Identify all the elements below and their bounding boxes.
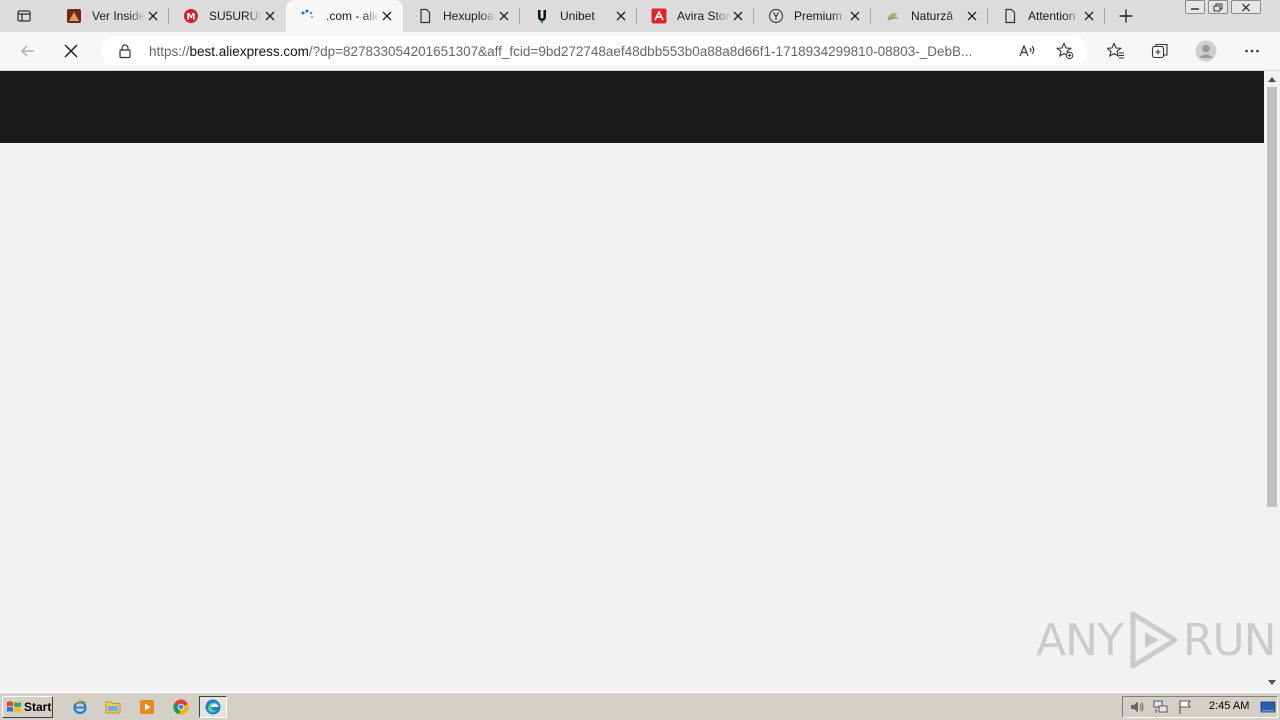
new-tab-button[interactable]	[1114, 4, 1138, 28]
collections-button[interactable]	[1146, 37, 1174, 65]
lock-icon[interactable]	[117, 43, 133, 59]
nature-favicon-icon	[885, 8, 901, 24]
tab-su5urun[interactable]: M SU5URUN	[169, 0, 286, 32]
chrome-icon[interactable]	[172, 698, 190, 716]
settings-and-more-button[interactable]	[1238, 37, 1266, 65]
volume-icon[interactable]	[1129, 699, 1145, 715]
back-arrow-icon	[20, 45, 34, 57]
tab-natura[interactable]: Naturză	[871, 0, 988, 32]
scrollbar-thumb[interactable]	[1267, 87, 1277, 507]
restore-icon	[1213, 3, 1223, 11]
tab-aliexpress-active[interactable]: .com - aliexpress	[286, 0, 403, 32]
stop-x-icon	[64, 44, 78, 58]
read-aloud-button[interactable]	[1017, 40, 1039, 62]
window-controls	[1182, 0, 1261, 16]
tab-title: Naturză	[911, 9, 954, 23]
tab-strip: Ver Inside M SU5URUN .com - aliexpress	[0, 0, 1280, 32]
vertical-scrollbar[interactable]	[1264, 71, 1280, 691]
close-icon[interactable]	[496, 8, 512, 24]
tab-attention[interactable]: Attention	[988, 0, 1105, 32]
tab-actions-icon	[17, 10, 31, 22]
tab-avira-store[interactable]: Avira Store	[637, 0, 754, 32]
avira-favicon-icon	[651, 8, 667, 24]
url-host: best.aliexpress.com	[189, 44, 309, 59]
red-badge-favicon-icon: M	[183, 8, 199, 24]
poster-favicon-icon	[66, 8, 82, 24]
plus-icon	[1119, 9, 1133, 23]
loading-spinner-icon	[300, 8, 316, 24]
close-icon[interactable]	[730, 8, 746, 24]
star-add-icon	[1056, 42, 1074, 60]
minimize-icon	[1191, 8, 1199, 10]
tab-title: Avira Store	[677, 9, 730, 23]
edge-taskbar-button[interactable]	[199, 696, 227, 718]
edge-icon	[205, 699, 221, 715]
taskbar-clock[interactable]: 2:45 AM	[1209, 700, 1249, 712]
url-path: /?dp=827833054201651307&aff_fcid=9bd2727…	[308, 44, 973, 59]
collections-icon	[1151, 43, 1168, 59]
tab-separator	[1104, 8, 1105, 24]
tab-ver-inside[interactable]: Ver Inside	[52, 0, 169, 32]
scroll-down-arrow-icon[interactable]	[1264, 676, 1280, 690]
close-icon[interactable]	[1081, 8, 1097, 24]
add-favorite-button[interactable]	[1054, 40, 1076, 62]
profile-button[interactable]	[1192, 37, 1220, 65]
close-icon[interactable]	[379, 8, 395, 24]
avatar-icon	[1195, 40, 1217, 62]
tab-title: .com - aliexpress	[326, 9, 379, 23]
tab-title: Hexupload	[443, 9, 496, 23]
back-button[interactable]	[14, 37, 42, 65]
close-icon	[1242, 3, 1250, 11]
watermark-text-left: ANY	[1036, 614, 1124, 666]
start-button[interactable]: Start	[2, 696, 53, 718]
close-icon[interactable]	[847, 8, 863, 24]
action-center-flag-icon[interactable]	[1177, 699, 1193, 715]
close-icon[interactable]	[613, 8, 629, 24]
tab-title: Premium	[794, 9, 843, 23]
tab-hexupload[interactable]: Hexupload	[403, 0, 520, 32]
watermark-text-right: RUN	[1182, 614, 1277, 666]
read-aloud-icon	[1019, 44, 1035, 57]
play-triangle-icon	[1130, 611, 1178, 669]
tab-title: Attention	[1028, 9, 1076, 23]
page-icon	[417, 8, 433, 24]
tab-unibet[interactable]: Unibet	[520, 0, 637, 32]
close-icon[interactable]	[964, 8, 980, 24]
media-player-icon[interactable]	[138, 698, 156, 716]
scroll-up-arrow-icon[interactable]	[1264, 72, 1280, 86]
tab-premium[interactable]: Premium	[754, 0, 871, 32]
anyrun-watermark: ANY RUN	[1036, 608, 1277, 672]
page-header-bar	[0, 71, 1264, 143]
windows-logo-icon	[7, 701, 21, 713]
close-window-button[interactable]	[1231, 0, 1261, 14]
favorites-button[interactable]	[1102, 37, 1130, 65]
page-icon	[1002, 8, 1018, 24]
close-icon[interactable]	[145, 8, 161, 24]
favorites-icon	[1107, 42, 1124, 59]
tab-title: Ver Inside	[92, 9, 145, 23]
file-explorer-icon[interactable]	[104, 698, 122, 716]
url-scheme: https://	[149, 44, 190, 59]
start-label: Start	[24, 700, 52, 714]
close-icon[interactable]	[262, 8, 278, 24]
tab-title: SU5URUN	[209, 9, 262, 23]
yandex-favicon-icon	[768, 8, 784, 24]
minimize-button[interactable]	[1185, 0, 1205, 14]
more-dots-icon	[1245, 49, 1259, 53]
internet-explorer-icon[interactable]	[71, 698, 89, 716]
system-tray: 2:45 AM	[1122, 696, 1278, 718]
restore-button[interactable]	[1208, 0, 1228, 14]
show-desktop-icon[interactable]	[1260, 699, 1276, 715]
tab-title: Unibet	[560, 9, 595, 23]
stop-loading-button[interactable]	[57, 37, 85, 65]
url-text[interactable]: https://best.aliexpress.com/?dp=82783305…	[149, 44, 1017, 59]
network-icon[interactable]	[1153, 699, 1169, 715]
svg-text:M: M	[187, 13, 196, 23]
windows-taskbar: Start 2:45 AM	[0, 692, 1280, 720]
unibet-favicon-icon	[534, 8, 550, 24]
browser-toolbar: https://best.aliexpress.com/?dp=82783305…	[0, 32, 1280, 71]
tab-actions-button[interactable]	[8, 4, 40, 28]
address-bar[interactable]: https://best.aliexpress.com/?dp=82783305…	[101, 36, 1087, 66]
